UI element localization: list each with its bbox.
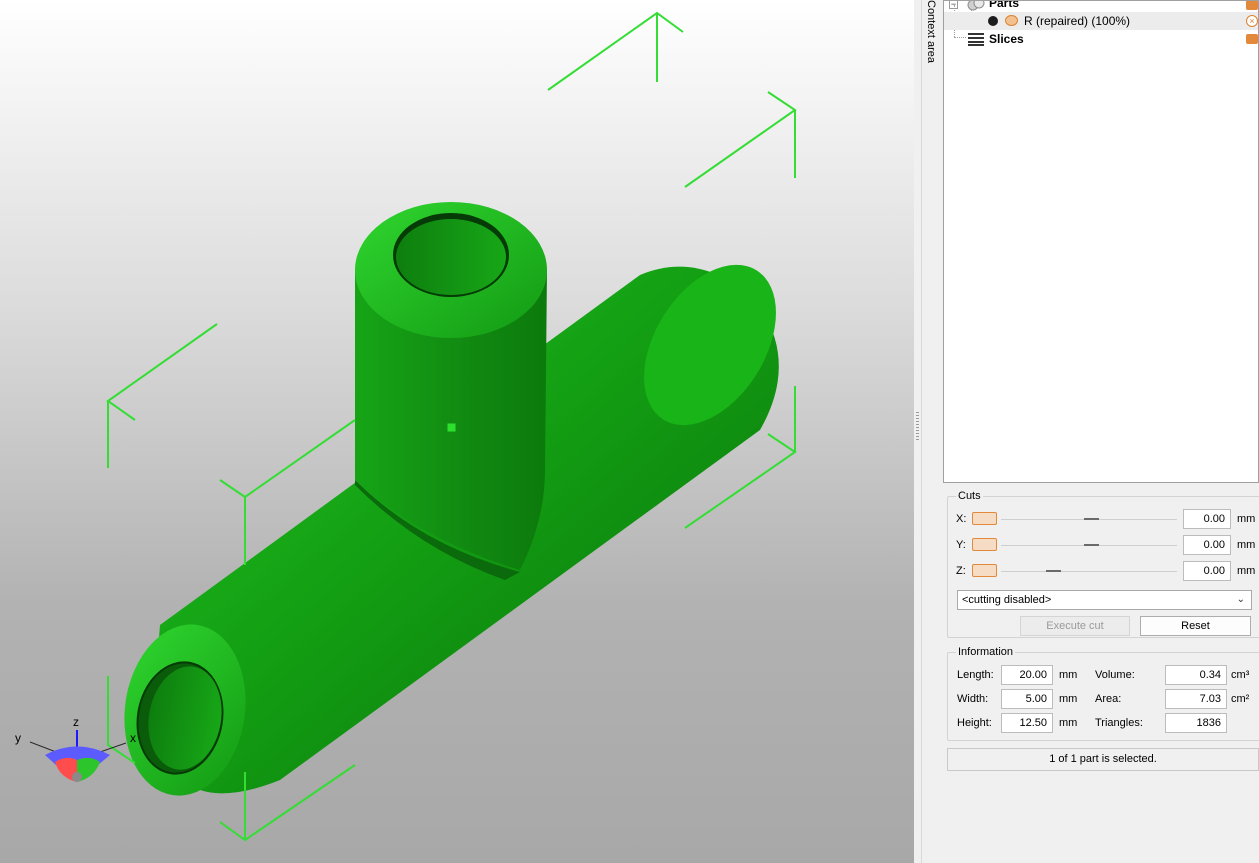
x-axis-label: x xyxy=(130,731,136,745)
execute-cut-button[interactable]: Execute cut xyxy=(1020,616,1130,636)
length-label: Length: xyxy=(957,669,994,681)
cut-z-label: Z: xyxy=(956,565,966,577)
tree-item-part-r[interactable]: R (repaired) (100%) × xyxy=(944,12,1258,30)
parts-icon xyxy=(967,1,985,11)
area-label: Area: xyxy=(1095,693,1122,705)
context-area-tab[interactable]: Context area xyxy=(922,0,942,863)
area-unit: cm² xyxy=(1231,693,1250,705)
volume-value: 0.34 xyxy=(1165,665,1227,685)
part-label: R (repaired) (100%) xyxy=(1024,14,1131,28)
parts-label: Parts xyxy=(989,0,1020,10)
3d-viewport[interactable]: z y x xyxy=(0,0,914,863)
panel-splitter[interactable] xyxy=(914,0,922,863)
reset-button[interactable]: Reset xyxy=(1140,616,1251,636)
part-status-dot-icon[interactable] xyxy=(988,16,998,26)
slices-icon xyxy=(968,33,984,46)
context-area-label: Context area xyxy=(925,0,937,63)
chevron-down-icon: ⌄ xyxy=(1236,594,1245,605)
cut-y-toggle[interactable] xyxy=(972,538,997,551)
visibility-eye-icon[interactable] xyxy=(1005,15,1018,26)
parts-settings-icon[interactable] xyxy=(1246,1,1258,10)
height-unit: mm xyxy=(1059,717,1078,729)
width-unit: mm xyxy=(1059,693,1078,705)
cut-y-unit: mm xyxy=(1237,539,1256,551)
width-value: 5.00 xyxy=(1001,689,1053,709)
volume-unit: cm³ xyxy=(1231,669,1250,681)
triangles-value: 1836 xyxy=(1165,713,1227,733)
height-label: Height: xyxy=(957,717,992,729)
cut-z-toggle[interactable] xyxy=(972,564,997,577)
cut-mode-value: <cutting disabled> xyxy=(962,594,1052,606)
selection-handle[interactable] xyxy=(446,422,457,433)
cut-z-field[interactable]: 0.00 xyxy=(1183,561,1231,581)
triangles-label: Triangles: xyxy=(1095,717,1143,729)
width-label: Width: xyxy=(957,693,989,705)
properties-panel: Cuts X: 0.00 mm Y: 0.00 mm Z: 0.00 mm <c… xyxy=(943,486,1259,863)
model-render[interactable] xyxy=(0,0,914,863)
information-title: Information xyxy=(958,646,1014,658)
cut-x-unit: mm xyxy=(1237,513,1256,525)
length-unit: mm xyxy=(1059,669,1078,681)
cut-y-label: Y: xyxy=(956,539,966,551)
remove-part-icon[interactable]: × xyxy=(1246,15,1258,27)
cut-z-slider-handle[interactable] xyxy=(1046,570,1061,572)
splitter-grip[interactable] xyxy=(916,412,919,440)
cut-x-toggle[interactable] xyxy=(972,512,997,525)
length-value: 20.00 xyxy=(1001,665,1053,685)
cut-y-field[interactable]: 0.00 xyxy=(1183,535,1231,555)
slices-label: Slices xyxy=(989,32,1024,46)
cut-z-unit: mm xyxy=(1237,565,1256,577)
cut-x-field[interactable]: 0.00 xyxy=(1183,509,1231,529)
volume-label: Volume: xyxy=(1095,669,1135,681)
cut-mode-select[interactable]: <cutting disabled> ⌄ xyxy=(957,590,1252,610)
cut-x-slider-handle[interactable] xyxy=(1084,518,1099,520)
axis-gizmo[interactable] xyxy=(29,730,127,782)
cut-x-label: X: xyxy=(956,513,967,525)
slices-settings-icon[interactable] xyxy=(1246,34,1258,44)
area-value: 7.03 xyxy=(1165,689,1227,709)
y-axis-label: y xyxy=(15,731,21,745)
cuts-title: Cuts xyxy=(958,490,981,502)
tree-item-slices[interactable]: Slices xyxy=(944,30,1258,48)
cut-y-slider-handle[interactable] xyxy=(1084,544,1099,546)
object-tree[interactable]: − Parts R (repaired) (100%) × Slices xyxy=(943,0,1259,483)
height-value: 12.50 xyxy=(1001,713,1053,733)
z-axis-label: z xyxy=(73,715,79,729)
cut-z-slider[interactable] xyxy=(1001,571,1177,572)
selection-status: 1 of 1 part is selected. xyxy=(947,748,1259,771)
